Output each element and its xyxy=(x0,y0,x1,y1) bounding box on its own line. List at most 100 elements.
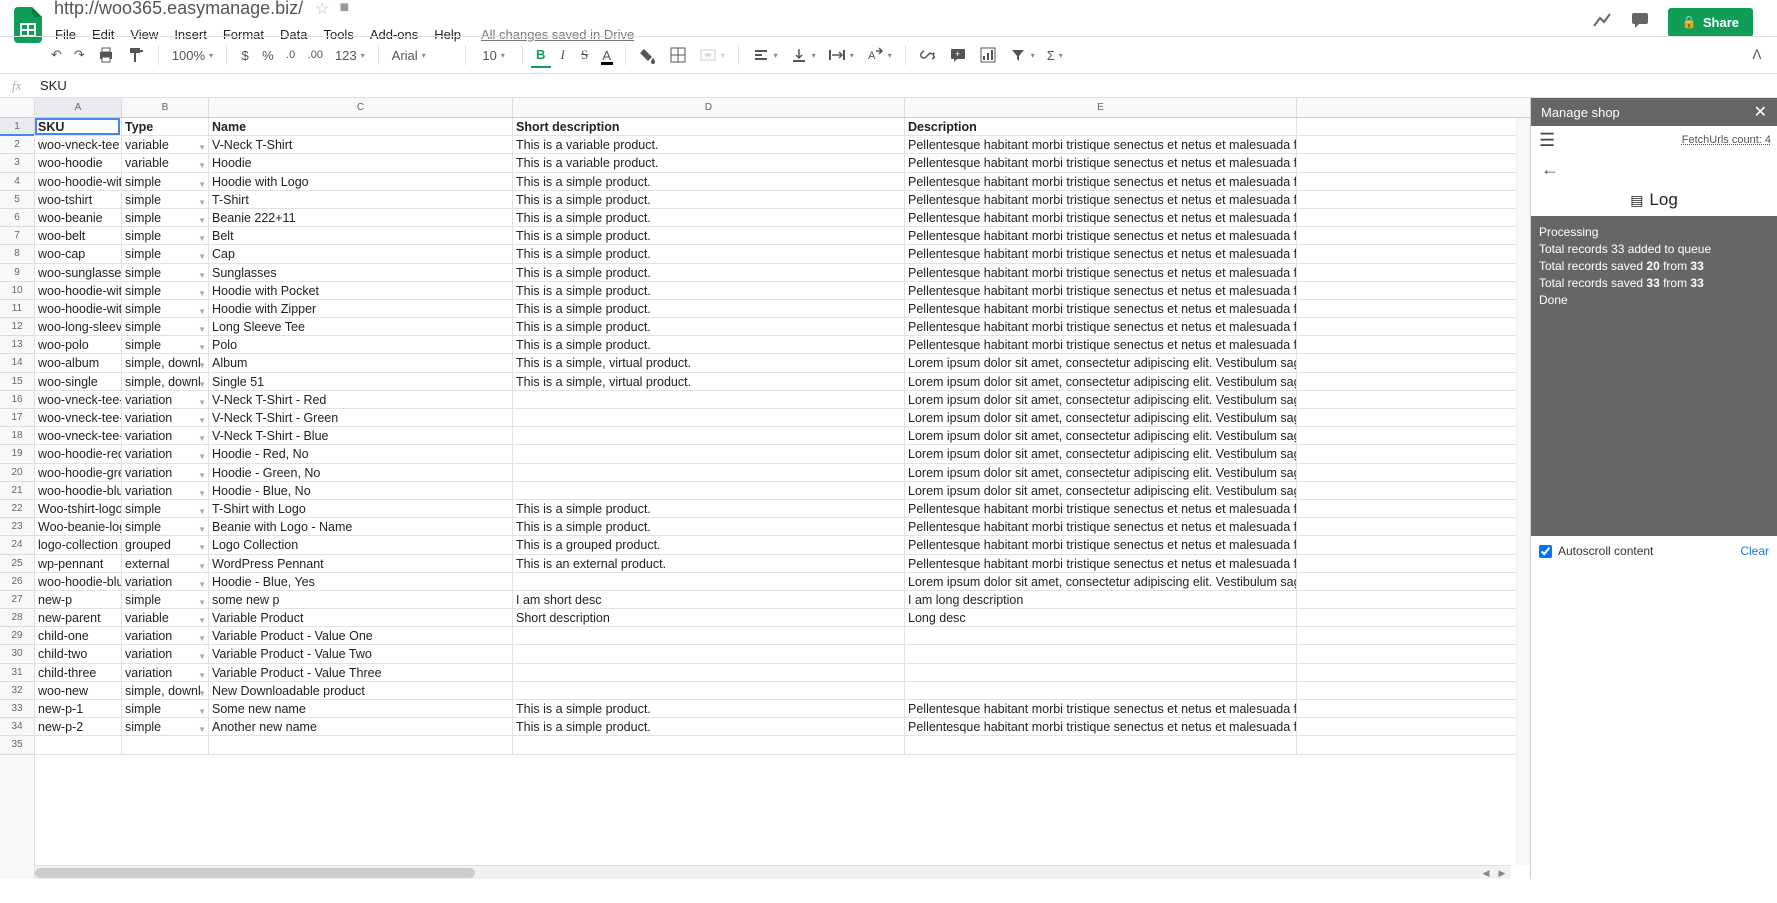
cell[interactable]: This is a simple product. xyxy=(513,191,905,208)
cell[interactable] xyxy=(513,427,905,444)
cell[interactable]: T-Shirt xyxy=(209,191,513,208)
cell[interactable]: Pellentesque habitant morbi tristique se… xyxy=(905,700,1297,717)
cell[interactable]: Beanie with Logo - Name xyxy=(209,518,513,535)
table-row[interactable]: woo-hoodie-with-simple▼Hoodie with Zippe… xyxy=(35,300,1530,318)
data-validation-arrow-icon[interactable]: ▼ xyxy=(198,577,206,590)
cell[interactable]: Short description xyxy=(513,118,905,135)
row-header[interactable]: 35 xyxy=(0,736,34,754)
cell[interactable]: Pellentesque habitant morbi tristique se… xyxy=(905,245,1297,262)
cell[interactable]: woo-sunglasses xyxy=(35,264,122,281)
cell[interactable] xyxy=(209,736,513,753)
doc-title[interactable]: http://woo365.easymanage.biz/ xyxy=(48,0,309,21)
cell[interactable]: woo-hoodie-red xyxy=(35,445,122,462)
explore-icon[interactable] xyxy=(1592,10,1612,35)
italic-button[interactable]: I xyxy=(553,43,573,67)
data-validation-arrow-icon[interactable]: ▼ xyxy=(198,631,206,644)
row-header[interactable]: 14 xyxy=(0,354,34,372)
cell[interactable]: Pellentesque habitant morbi tristique se… xyxy=(905,718,1297,735)
cell[interactable]: simple▼ xyxy=(122,591,209,608)
cell[interactable]: Long Sleeve Tee xyxy=(209,318,513,335)
scroll-right-icon[interactable]: ▶ xyxy=(1494,866,1510,879)
row-header[interactable]: 4 xyxy=(0,173,34,191)
cell[interactable]: woo-new xyxy=(35,682,122,699)
cell[interactable]: This is a simple, virtual product. xyxy=(513,373,905,390)
cell[interactable]: Lorem ipsum dolor sit amet, consectetur … xyxy=(905,354,1297,371)
zoom-select[interactable]: 100% xyxy=(167,44,218,67)
cell[interactable]: new-p-2 xyxy=(35,718,122,735)
data-validation-arrow-icon[interactable]: ▼ xyxy=(198,704,206,717)
autoscroll-input[interactable] xyxy=(1539,545,1552,558)
row-header[interactable]: 1 xyxy=(0,118,34,136)
cell[interactable]: woo-hoodie xyxy=(35,154,122,171)
text-rotation-button[interactable]: A xyxy=(861,42,897,68)
cell[interactable]: WordPress Pennant xyxy=(209,555,513,572)
insert-chart-button[interactable] xyxy=(974,42,1002,68)
cell[interactable]: T-Shirt with Logo xyxy=(209,500,513,517)
cell[interactable]: woo-cap xyxy=(35,245,122,262)
table-row[interactable]: woo-hoodie-bluevariation▼Hoodie - Blue, … xyxy=(35,482,1530,500)
table-row[interactable]: woo-hoodie-redvariation▼Hoodie - Red, No… xyxy=(35,445,1530,463)
filter-button[interactable] xyxy=(1004,42,1040,68)
close-icon[interactable]: ✕ xyxy=(1754,102,1767,122)
cell[interactable] xyxy=(513,736,905,753)
col-header-E[interactable]: E xyxy=(905,98,1297,117)
row-header[interactable]: 16 xyxy=(0,391,34,409)
row-header[interactable]: 25 xyxy=(0,555,34,573)
cell[interactable]: Lorem ipsum dolor sit amet, consectetur … xyxy=(905,391,1297,408)
cell[interactable]: woo-vneck-tee-re xyxy=(35,391,122,408)
menu-icon[interactable]: ☰ xyxy=(1539,130,1555,151)
row-header[interactable]: 6 xyxy=(0,209,34,227)
table-row[interactable]: woo-beaniesimple▼Beanie 222+11This is a … xyxy=(35,209,1530,227)
data-validation-arrow-icon[interactable]: ▼ xyxy=(198,722,206,735)
cell[interactable]: Name xyxy=(209,118,513,135)
cell[interactable]: Lorem ipsum dolor sit amet, consectetur … xyxy=(905,409,1297,426)
row-header[interactable]: 26 xyxy=(0,573,34,591)
grid-rows[interactable]: SKUTypeNameShort descriptionDescriptionw… xyxy=(35,118,1530,755)
cell[interactable]: woo-vneck-tee-g xyxy=(35,409,122,426)
cell[interactable]: variation▼ xyxy=(122,573,209,590)
data-validation-arrow-icon[interactable]: ▼ xyxy=(198,668,206,681)
cell[interactable]: simple, downl▼ xyxy=(122,373,209,390)
cell[interactable]: simple▼ xyxy=(122,173,209,190)
star-icon[interactable]: ☆ xyxy=(315,0,329,19)
cell[interactable] xyxy=(513,409,905,426)
cell[interactable]: This is a simple, virtual product. xyxy=(513,354,905,371)
cell[interactable]: Sunglasses xyxy=(209,264,513,281)
cell[interactable]: This is a simple product. xyxy=(513,245,905,262)
cell[interactable]: woo-single xyxy=(35,373,122,390)
table-row[interactable]: new-p-2simple▼Another new nameThis is a … xyxy=(35,718,1530,736)
cell[interactable]: V-Neck T-Shirt - Blue xyxy=(209,427,513,444)
cell[interactable]: variation▼ xyxy=(122,664,209,681)
cell[interactable]: simple▼ xyxy=(122,191,209,208)
undo-button[interactable]: ↶ xyxy=(46,43,67,67)
cell[interactable]: Cap xyxy=(209,245,513,262)
select-all-corner[interactable] xyxy=(0,98,34,118)
table-row[interactable]: woo-capsimple▼CapThis is a simple produc… xyxy=(35,245,1530,263)
row-header[interactable]: 29 xyxy=(0,627,34,645)
decrease-decimal-button[interactable]: .0 xyxy=(281,45,301,65)
table-row[interactable]: woo-hoodie-with-simple▼Hoodie with Pocke… xyxy=(35,282,1530,300)
table-row[interactable]: Woo-tshirt-logosimple▼T-Shirt with LogoT… xyxy=(35,500,1530,518)
col-header-B[interactable]: B xyxy=(122,98,209,117)
cell[interactable]: This is a grouped product. xyxy=(513,536,905,553)
clear-link[interactable]: Clear xyxy=(1740,544,1769,558)
table-row[interactable]: woo-newsimple, downl▼New Downloadable pr… xyxy=(35,682,1530,700)
cell[interactable]: Hoodie with Pocket xyxy=(209,282,513,299)
cell[interactable]: Hoodie - Red, No xyxy=(209,445,513,462)
data-validation-arrow-icon[interactable]: ▼ xyxy=(198,177,206,190)
cell[interactable]: SKU xyxy=(35,118,122,135)
cell[interactable]: simple▼ xyxy=(122,245,209,262)
cell[interactable]: woo-tshirt xyxy=(35,191,122,208)
data-validation-arrow-icon[interactable]: ▼ xyxy=(198,322,206,335)
table-row[interactable]: Woo-beanie-logosimple▼Beanie with Logo -… xyxy=(35,518,1530,536)
cell[interactable]: Lorem ipsum dolor sit amet, consectetur … xyxy=(905,464,1297,481)
cell[interactable] xyxy=(513,664,905,681)
cell[interactable]: Belt xyxy=(209,227,513,244)
row-headers[interactable]: 1234567891011121314151617181920212223242… xyxy=(0,98,35,879)
table-row[interactable] xyxy=(35,736,1530,754)
cell[interactable]: Polo xyxy=(209,336,513,353)
bold-button[interactable]: B xyxy=(531,43,551,68)
cell[interactable]: woo-long-sleeve- xyxy=(35,318,122,335)
cell[interactable] xyxy=(122,736,209,753)
cell[interactable]: Lorem ipsum dolor sit amet, consectetur … xyxy=(905,482,1297,499)
